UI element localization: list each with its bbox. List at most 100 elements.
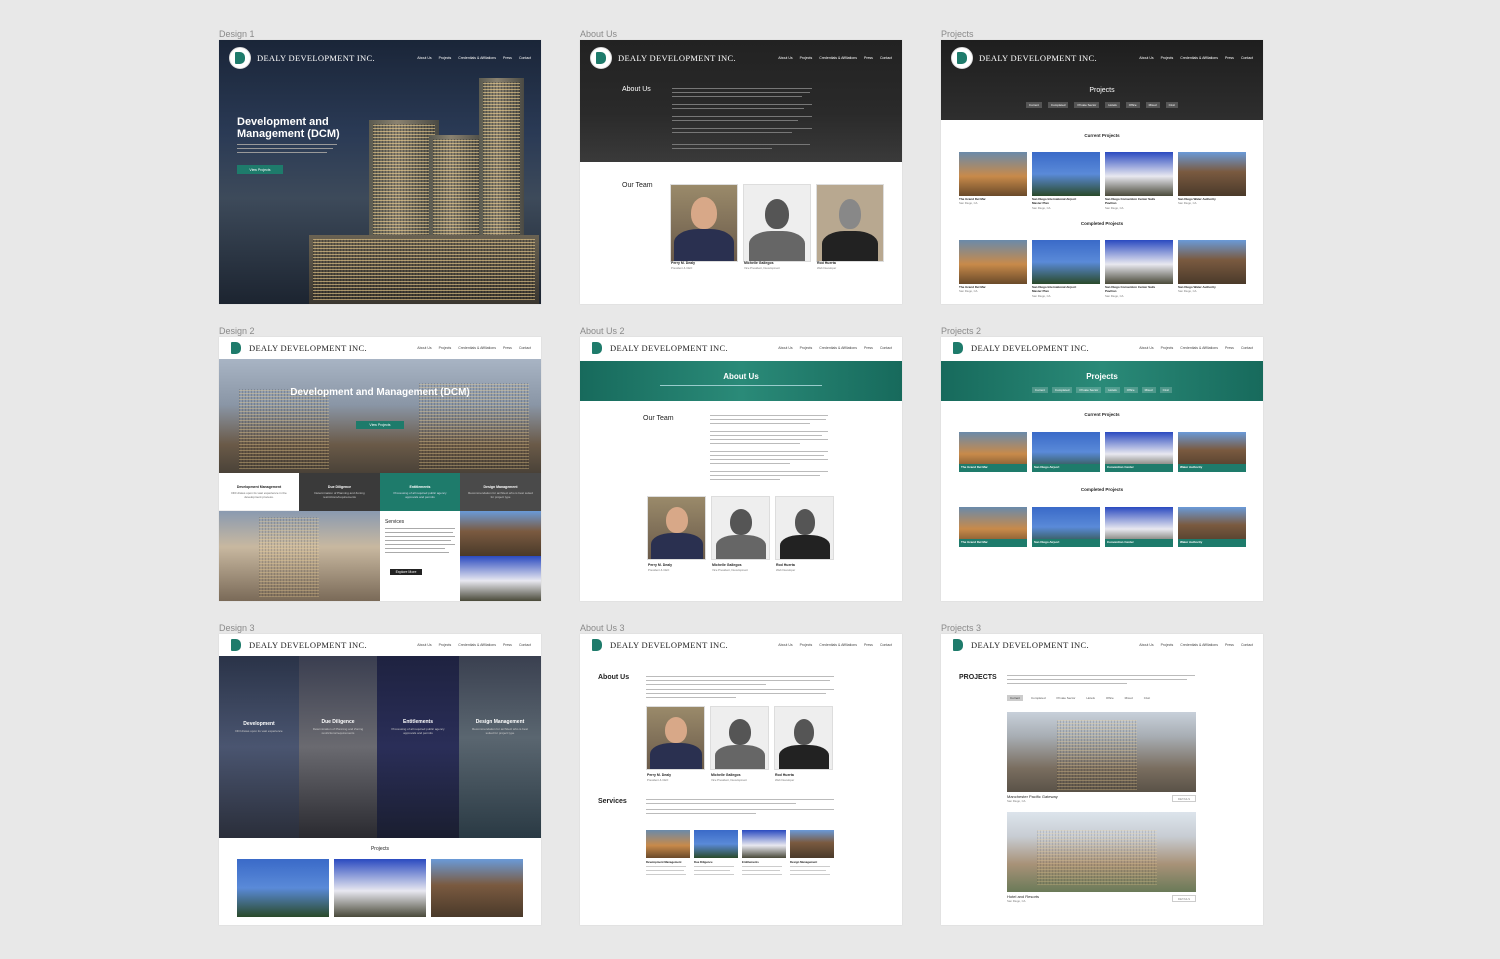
- filter-hotels[interactable]: Hotels: [1105, 102, 1120, 108]
- nav-press[interactable]: Press: [1225, 56, 1234, 60]
- filter-mixed[interactable]: Mixed: [1122, 695, 1136, 701]
- nav-projects[interactable]: Projects: [439, 643, 452, 647]
- nav-press[interactable]: Press: [503, 643, 512, 647]
- filter-completed[interactable]: Completed: [1047, 102, 1069, 108]
- logo-icon[interactable]: [951, 637, 965, 653]
- project-thumbnail[interactable]: [334, 859, 426, 917]
- filter-private[interactable]: Private Sector: [1054, 695, 1079, 701]
- nav-about[interactable]: About Us: [1139, 346, 1153, 350]
- nav-press[interactable]: Press: [864, 346, 873, 350]
- nav-credentials[interactable]: Credentials & Affiliations: [458, 346, 496, 350]
- nav-about[interactable]: About Us: [417, 56, 431, 60]
- service-card[interactable]: Development Management DDI draws upon it…: [219, 473, 299, 511]
- nav-projects[interactable]: Projects: [1161, 56, 1174, 60]
- nav-projects[interactable]: Projects: [439, 346, 452, 350]
- logo-icon[interactable]: [590, 637, 604, 653]
- filter-completed[interactable]: Completed: [1028, 695, 1049, 701]
- filter-civic[interactable]: Civic: [1165, 102, 1179, 108]
- project-thumbnail[interactable]: [1032, 240, 1100, 284]
- nav-about[interactable]: About Us: [417, 643, 431, 647]
- nav-projects[interactable]: Projects: [800, 56, 813, 60]
- nav-press[interactable]: Press: [1225, 643, 1234, 647]
- service-column[interactable]: Development DDI draws upon its vast expe…: [219, 656, 299, 838]
- filter-hotels[interactable]: Hotels: [1105, 387, 1120, 393]
- filter-office[interactable]: Office: [1103, 695, 1117, 701]
- nav-credentials[interactable]: Credentials & Affiliations: [458, 643, 496, 647]
- project-thumbnail[interactable]: [1178, 240, 1246, 284]
- nav-contact[interactable]: Contact: [880, 643, 892, 647]
- nav-credentials[interactable]: Credentials & Affiliations: [1180, 346, 1218, 350]
- details-button[interactable]: DETAILS: [1172, 895, 1196, 902]
- project-thumbnail[interactable]: [1105, 240, 1173, 284]
- filter-office[interactable]: Office: [1123, 387, 1138, 393]
- project-thumbnail[interactable]: [460, 511, 541, 556]
- nav-contact[interactable]: Contact: [1241, 56, 1253, 60]
- service-column[interactable]: Entitlements Processing of all required …: [377, 656, 459, 838]
- nav-credentials[interactable]: Credentials & Affiliations: [458, 56, 496, 60]
- logo-icon[interactable]: [229, 340, 243, 356]
- nav-about[interactable]: About Us: [1139, 56, 1153, 60]
- logo-icon[interactable]: [590, 340, 604, 356]
- logo-icon[interactable]: [951, 47, 973, 69]
- nav-press[interactable]: Press: [864, 56, 873, 60]
- filter-civic[interactable]: Civic: [1141, 695, 1154, 701]
- logo-icon[interactable]: [229, 637, 243, 653]
- nav-about[interactable]: About Us: [1139, 643, 1153, 647]
- service-column[interactable]: Due Diligence Determination of Planning …: [299, 656, 377, 838]
- service-card[interactable]: Due Diligence Determination of Planning …: [299, 473, 380, 511]
- filter-current[interactable]: Current: [1007, 695, 1024, 701]
- details-button[interactable]: DETAILS: [1172, 795, 1196, 802]
- filter-mixed[interactable]: Mixed: [1145, 102, 1160, 108]
- nav-press[interactable]: Press: [1225, 346, 1234, 350]
- nav-about[interactable]: About Us: [778, 346, 792, 350]
- nav-projects[interactable]: Projects: [1161, 346, 1174, 350]
- nav-contact[interactable]: Contact: [1241, 643, 1253, 647]
- nav-projects[interactable]: Projects: [1161, 643, 1174, 647]
- nav-projects[interactable]: Projects: [800, 346, 813, 350]
- nav-projects[interactable]: Projects: [800, 643, 813, 647]
- project-thumbnail[interactable]: [1105, 152, 1173, 196]
- project-thumbnail[interactable]: [1032, 152, 1100, 196]
- project-image[interactable]: [1007, 812, 1196, 892]
- logo-icon[interactable]: [951, 340, 965, 356]
- nav-credentials[interactable]: Credentials & Affiliations: [1180, 643, 1218, 647]
- nav-contact[interactable]: Contact: [1241, 346, 1253, 350]
- nav-about[interactable]: About Us: [778, 56, 792, 60]
- nav-credentials[interactable]: Credentials & Affiliations: [819, 346, 857, 350]
- nav-credentials[interactable]: Credentials & Affiliations: [819, 56, 857, 60]
- project-thumbnail[interactable]: [460, 556, 541, 601]
- project-thumbnail[interactable]: [431, 859, 523, 917]
- project-thumbnail[interactable]: [1178, 152, 1246, 196]
- filter-civic[interactable]: Civic: [1159, 387, 1173, 393]
- service-card[interactable]: Design Management Recommendation for arc…: [460, 473, 541, 511]
- project-thumbnail[interactable]: [959, 240, 1027, 284]
- filter-private[interactable]: Private Sector: [1074, 102, 1100, 108]
- nav-projects[interactable]: Projects: [439, 56, 452, 60]
- nav-contact[interactable]: Contact: [519, 643, 531, 647]
- filter-completed[interactable]: Completed: [1051, 387, 1073, 393]
- filter-current[interactable]: Current: [1031, 387, 1048, 393]
- filter-hotels[interactable]: Hotels: [1083, 695, 1098, 701]
- project-thumbnail[interactable]: [959, 152, 1027, 196]
- filter-office[interactable]: Office: [1125, 102, 1140, 108]
- filter-current[interactable]: Current: [1025, 102, 1042, 108]
- nav-contact[interactable]: Contact: [880, 56, 892, 60]
- nav-about[interactable]: About Us: [778, 643, 792, 647]
- view-projects-button[interactable]: View Projects: [237, 165, 283, 174]
- explore-more-button[interactable]: Explore More: [390, 569, 422, 575]
- service-column[interactable]: Design Management Recommendation for arc…: [459, 656, 541, 838]
- view-projects-button[interactable]: View Projects: [356, 421, 404, 429]
- nav-credentials[interactable]: Credentials & Affiliations: [819, 643, 857, 647]
- nav-press[interactable]: Press: [864, 643, 873, 647]
- nav-contact[interactable]: Contact: [519, 346, 531, 350]
- nav-about[interactable]: About Us: [417, 346, 431, 350]
- nav-contact[interactable]: Contact: [519, 56, 531, 60]
- logo-icon[interactable]: [229, 47, 251, 69]
- nav-press[interactable]: Press: [503, 346, 512, 350]
- nav-press[interactable]: Press: [503, 56, 512, 60]
- project-image[interactable]: [1007, 712, 1196, 792]
- filter-mixed[interactable]: Mixed: [1141, 387, 1156, 393]
- nav-credentials[interactable]: Credentials & Affiliations: [1180, 56, 1218, 60]
- nav-contact[interactable]: Contact: [880, 346, 892, 350]
- logo-icon[interactable]: [590, 47, 612, 69]
